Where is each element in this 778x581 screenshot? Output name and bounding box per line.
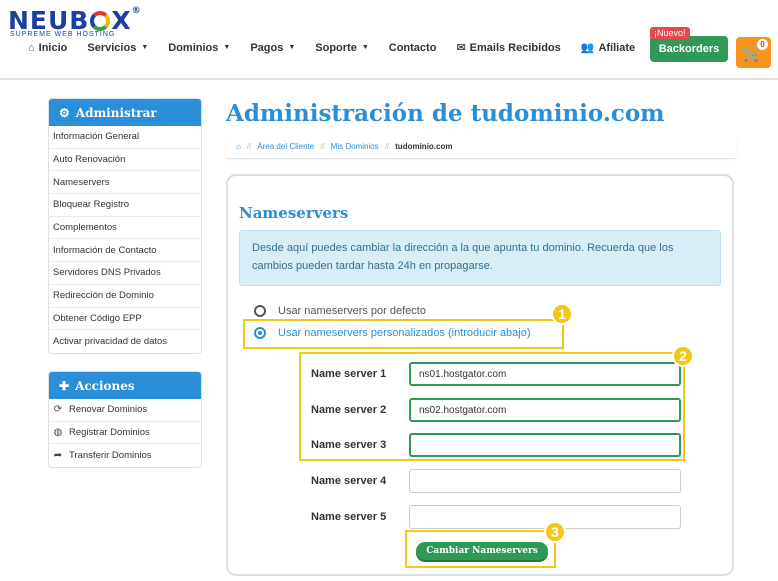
step-marker-3: 3	[544, 521, 566, 543]
actions-panel: ✚ Acciones ⟳ Renovar Dominios ◍ Registrar D…	[48, 371, 202, 469]
nav-contacto[interactable]: Contacto	[389, 42, 437, 54]
highlight-box-3	[405, 530, 556, 568]
home-icon[interactable]: ⌂	[236, 142, 241, 151]
highlight-box-2	[299, 352, 685, 461]
sidebar-item-redireccion[interactable]: Redirección de Dominio	[49, 285, 201, 308]
breadcrumb-mis-dominios[interactable]: Mis Dominios	[331, 142, 379, 151]
ns-row-4: Name server 4	[311, 469, 681, 493]
share-icon: ➦	[53, 450, 63, 462]
logo-tagline: SUPREME WEB HOSTING	[10, 31, 116, 38]
sidebar-item-bloquear-registro[interactable]: Bloquear Registro	[49, 194, 201, 217]
admin-panel-header: ⚙ Administrar	[49, 99, 201, 126]
users-icon: 👥	[580, 42, 595, 54]
chevron-down-icon: ▼	[141, 44, 149, 51]
radio-default-label: Usar nameservers por defecto	[278, 305, 426, 317]
gear-icon: ⚙	[59, 105, 70, 120]
ns-row-5: Name server 5	[311, 505, 681, 529]
plus-icon: ✚	[59, 378, 70, 393]
actions-panel-header: ✚ Acciones	[49, 372, 201, 399]
nav-afiliate[interactable]: 👥 Afíliate	[580, 41, 635, 55]
step-marker-2: 2	[672, 345, 694, 367]
nav-emails[interactable]: ✉ Emails Recibidos	[456, 41, 560, 55]
info-alert: Desde aquí puedes cambiar la dirección a…	[239, 230, 721, 286]
cart-button[interactable]: 🛒 0	[736, 37, 771, 68]
globe-icon: ◍	[53, 427, 63, 439]
ns-label-4: Name server 4	[311, 475, 387, 487]
cart-count-badge: 0	[757, 39, 768, 50]
sidebar-item-nameservers[interactable]: Nameservers	[49, 171, 201, 195]
site-header: NEUB X® SUPREME WEB HOSTING ⌂ Inicio Servi…	[0, 0, 778, 80]
sidebar-item-registrar[interactable]: ◍ Registrar Dominios	[49, 422, 201, 445]
refresh-icon: ⟳	[53, 404, 63, 416]
chevron-down-icon: ▼	[288, 44, 296, 51]
sidebar-item-servidores-dns[interactable]: Servidores DNS Privados	[49, 262, 201, 285]
breadcrumb-area-cliente[interactable]: Área del Cliente	[257, 142, 314, 151]
ns-input-4[interactable]	[409, 469, 681, 493]
new-badge: ¡Nuevo!	[650, 27, 690, 39]
chevron-down-icon: ▼	[223, 44, 231, 51]
home-icon: ⌂	[28, 41, 35, 54]
sidebar-item-privacidad[interactable]: Activar privacidad de datos	[49, 330, 201, 353]
step-marker-1: 1	[551, 303, 573, 325]
sidebar-item-auto-renovacion[interactable]: Auto Renovación	[49, 149, 201, 172]
radio-default-row[interactable]: Usar nameservers por defecto	[254, 305, 426, 317]
nav-dominios[interactable]: Dominios ▼	[168, 42, 230, 54]
sidebar-item-informacion-general[interactable]: Información General	[49, 126, 201, 149]
sidebar-item-renovar[interactable]: ⟳ Renovar Dominios	[49, 399, 201, 422]
nav-servicios[interactable]: Servicios ▼	[87, 42, 148, 54]
ns-label-5: Name server 5	[311, 511, 387, 523]
breadcrumb-current: tudominio.com	[395, 142, 453, 151]
admin-panel: ⚙ Administrar Información General Auto Re…	[48, 98, 202, 354]
highlight-box-1	[243, 319, 564, 349]
card-title: Nameservers	[239, 204, 349, 222]
backorders-button[interactable]: Backorders	[650, 36, 728, 62]
sidebar-item-complementos[interactable]: Complementos	[49, 217, 201, 240]
sidebar-item-informacion-contacto[interactable]: Información de Contacto	[49, 239, 201, 263]
envelope-icon: ✉	[456, 42, 466, 54]
nav-soporte[interactable]: Soporte ▼	[315, 42, 369, 54]
sidebar-item-codigo-epp[interactable]: Obtener Código EPP	[49, 308, 201, 331]
page-title: Administración de tudominio.com	[226, 100, 665, 127]
nav-inicio[interactable]: ⌂ Inicio	[28, 42, 67, 54]
chevron-down-icon: ▼	[361, 44, 369, 51]
breadcrumb: ⌂ // Área del Cliente // Mis Dominios //…	[226, 135, 736, 159]
radio-default[interactable]	[254, 305, 266, 317]
main-nav: ⌂ Inicio Servicios ▼ Dominios ▼ Pagos ▼ Sopo…	[28, 41, 655, 55]
nav-pagos[interactable]: Pagos ▼	[250, 42, 295, 54]
logo-ring-icon	[90, 11, 111, 31]
sidebar-item-transferir[interactable]: ➦ Transferir Dominios	[49, 444, 201, 467]
